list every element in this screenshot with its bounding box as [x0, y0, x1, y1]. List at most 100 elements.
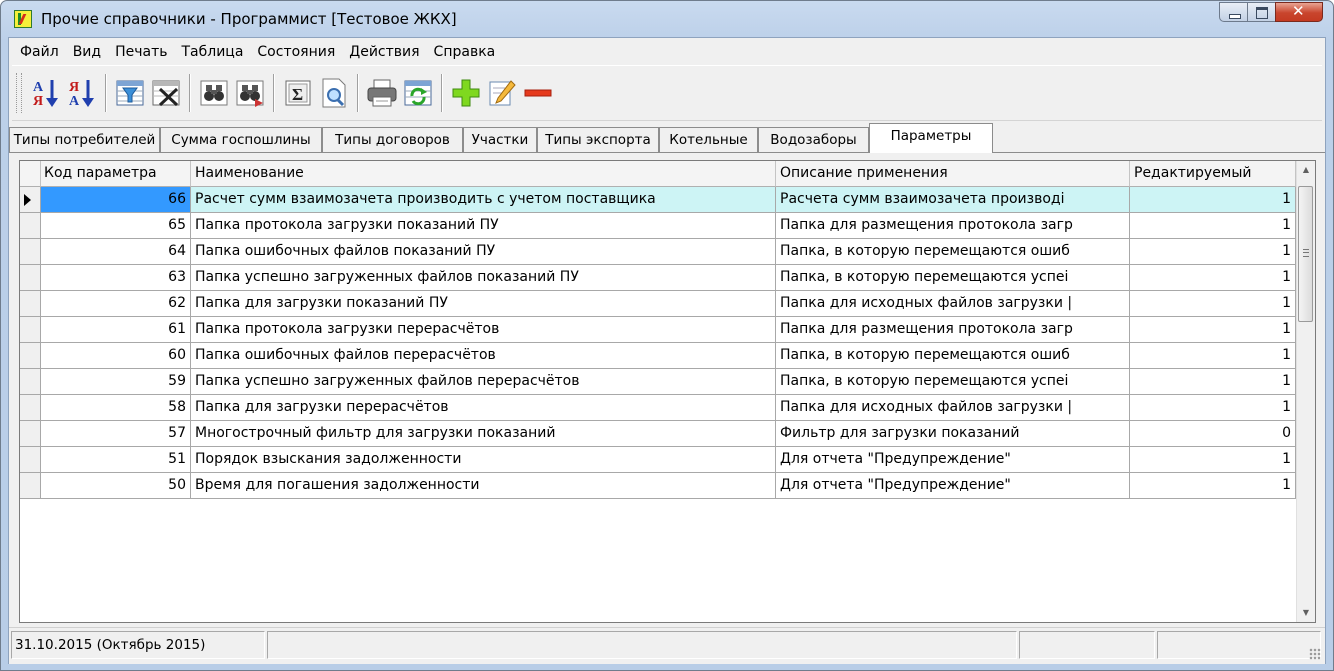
table-row[interactable]: 66 Расчет сумм взаимозачета производить с…	[20, 187, 1296, 213]
cell-name[interactable]: Папка протокола загрузки показаний ПУ	[191, 213, 776, 239]
column-header-editable[interactable]: Редактируемый	[1130, 161, 1296, 187]
filter-button[interactable]	[112, 73, 148, 113]
cell-code[interactable]: 62	[41, 291, 191, 317]
menu-view[interactable]: Вид	[66, 41, 108, 63]
cell-editable[interactable]: 1	[1130, 291, 1296, 317]
scroll-down-icon[interactable]: ▼	[1298, 604, 1314, 622]
cell-editable[interactable]: 1	[1130, 343, 1296, 369]
app-logo-icon[interactable]	[14, 10, 32, 28]
cell-editable[interactable]: 0	[1130, 421, 1296, 447]
table-row[interactable]: 61 Папка протокола загрузки перерасчётов П…	[20, 317, 1296, 343]
cell-description[interactable]: Папка для исходных файлов загрузки |	[776, 291, 1130, 317]
cell-code[interactable]: 58	[41, 395, 191, 421]
cell-code[interactable]: 57	[41, 421, 191, 447]
menu-print[interactable]: Печать	[108, 41, 174, 63]
menu-file[interactable]: Файл	[13, 41, 66, 63]
table-row[interactable]: 60 Папка ошибочных файлов перерасчётов Пап…	[20, 343, 1296, 369]
cell-description[interactable]: Папка, в которую перемещаются ошиб	[776, 343, 1130, 369]
title-bar[interactable]: Прочие справочники - Программист [Тестов…	[1, 1, 1333, 37]
minimize-button[interactable]	[1219, 2, 1247, 22]
vertical-scrollbar[interactable]: ▲ ▼	[1296, 161, 1315, 622]
refresh-button[interactable]	[400, 73, 436, 113]
find-next-button[interactable]	[232, 73, 268, 113]
cell-editable[interactable]: 1	[1130, 239, 1296, 265]
cell-editable[interactable]: 1	[1130, 395, 1296, 421]
tab-export-types[interactable]: Типы экспорта	[537, 127, 659, 152]
cell-description[interactable]: Папка, в которую перемещаются успеі	[776, 369, 1130, 395]
table-row[interactable]: 51 Порядок взыскания задолженности Для отч…	[20, 447, 1296, 473]
cell-code[interactable]: 60	[41, 343, 191, 369]
tab-water-intakes[interactable]: Водозаборы	[758, 127, 869, 152]
tab-sections[interactable]: Участки	[463, 127, 537, 152]
close-button[interactable]: ✕	[1275, 2, 1323, 22]
sum-button[interactable]: Σ	[280, 73, 316, 113]
cell-description[interactable]: Фильтр для загрузки показаний	[776, 421, 1130, 447]
parameters-grid[interactable]: Код параметра Наименование Описание прим…	[19, 160, 1316, 623]
cell-code[interactable]: 64	[41, 239, 191, 265]
cell-editable[interactable]: 1	[1130, 213, 1296, 239]
cell-name[interactable]: Папка успешно загруженных файлов перерас…	[191, 369, 776, 395]
cell-code[interactable]: 50	[41, 473, 191, 499]
cell-description[interactable]: Расчета сумм взаимозачета производі	[776, 187, 1130, 213]
toolbar-grip[interactable]	[16, 73, 22, 113]
cell-code[interactable]: 65	[41, 213, 191, 239]
print-button[interactable]	[364, 73, 400, 113]
column-header-code[interactable]: Код параметра	[41, 161, 191, 187]
cell-code[interactable]: 59	[41, 369, 191, 395]
cell-code[interactable]: 66	[41, 187, 191, 213]
cell-code[interactable]: 51	[41, 447, 191, 473]
menu-table[interactable]: Таблица	[174, 41, 250, 63]
tab-parameters[interactable]: Параметры	[869, 123, 993, 153]
cell-name[interactable]: Порядок взыскания задолженности	[191, 447, 776, 473]
scroll-up-icon[interactable]: ▲	[1298, 161, 1314, 179]
cell-editable[interactable]: 1	[1130, 447, 1296, 473]
cell-description[interactable]: Для отчета "Предупреждение"	[776, 473, 1130, 499]
edit-button[interactable]	[484, 73, 520, 113]
sort-ascending-button[interactable]: A Я	[28, 73, 64, 113]
column-header-name[interactable]: Наименование	[191, 161, 776, 187]
cell-editable[interactable]: 1	[1130, 473, 1296, 499]
tab-consumer-types[interactable]: Типы потребителей	[9, 127, 160, 152]
cell-editable[interactable]: 1	[1130, 187, 1296, 213]
menu-states[interactable]: Состояния	[250, 41, 342, 63]
tab-state-fee[interactable]: Сумма госпошлины	[160, 127, 322, 152]
cell-name[interactable]: Время для погашения задолженности	[191, 473, 776, 499]
table-row[interactable]: 59 Папка успешно загруженных файлов перер…	[20, 369, 1296, 395]
cell-name[interactable]: Папка для загрузки перерасчётов	[191, 395, 776, 421]
preview-button[interactable]	[316, 73, 352, 113]
cell-name[interactable]: Папка ошибочных файлов показаний ПУ	[191, 239, 776, 265]
cell-name[interactable]: Папка протокола загрузки перерасчётов	[191, 317, 776, 343]
cell-name[interactable]: Папка успешно загруженных файлов показан…	[191, 265, 776, 291]
cell-editable[interactable]: 1	[1130, 369, 1296, 395]
table-row[interactable]: 50 Время для погашения задолженности Для о…	[20, 473, 1296, 499]
cell-name[interactable]: Папка ошибочных файлов перерасчётов	[191, 343, 776, 369]
menu-help[interactable]: Справка	[427, 41, 503, 63]
resize-grip-icon[interactable]	[1309, 648, 1321, 660]
cell-description[interactable]: Папка для размещения протокола загр	[776, 317, 1130, 343]
table-row[interactable]: 58 Папка для загрузки перерасчётов Папка д…	[20, 395, 1296, 421]
tab-contract-types[interactable]: Типы договоров	[322, 127, 463, 152]
menu-actions[interactable]: Действия	[342, 41, 426, 63]
maximize-button[interactable]	[1247, 2, 1275, 22]
table-row[interactable]: 65 Папка протокола загрузки показаний ПУ П…	[20, 213, 1296, 239]
cell-description[interactable]: Для отчета "Предупреждение"	[776, 447, 1130, 473]
cell-description[interactable]: Папка для исходных файлов загрузки |	[776, 395, 1130, 421]
table-row[interactable]: 62 Папка для загрузки показаний ПУ Папка д…	[20, 291, 1296, 317]
find-button[interactable]	[196, 73, 232, 113]
table-row[interactable]: 63 Папка успешно загруженных файлов показ…	[20, 265, 1296, 291]
delete-button[interactable]	[520, 73, 556, 113]
add-button[interactable]	[448, 73, 484, 113]
cell-name[interactable]: Расчет сумм взаимозачета производить с у…	[191, 187, 776, 213]
cell-editable[interactable]: 1	[1130, 317, 1296, 343]
table-row[interactable]: 64 Папка ошибочных файлов показаний ПУ Пап…	[20, 239, 1296, 265]
tab-boilers[interactable]: Котельные	[659, 127, 758, 152]
cell-code[interactable]: 61	[41, 317, 191, 343]
column-header-description[interactable]: Описание применения	[776, 161, 1130, 187]
cell-description[interactable]: Папка, в которую перемещаются ошиб	[776, 239, 1130, 265]
cell-code[interactable]: 63	[41, 265, 191, 291]
cell-name[interactable]: Папка для загрузки показаний ПУ	[191, 291, 776, 317]
table-row[interactable]: 57 Многострочный фильтр для загрузки пока…	[20, 421, 1296, 447]
sort-descending-button[interactable]: Я A	[64, 73, 100, 113]
scroll-thumb[interactable]	[1298, 186, 1313, 322]
cell-description[interactable]: Папка, в которую перемещаются успеі	[776, 265, 1130, 291]
